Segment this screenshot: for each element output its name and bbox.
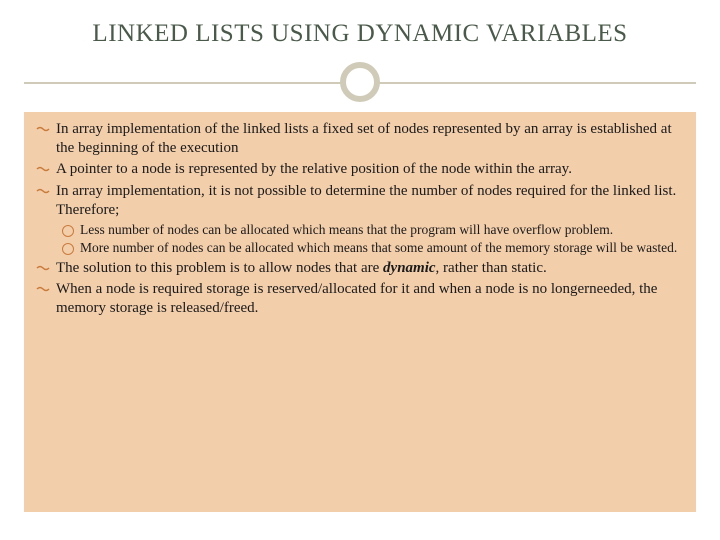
title-divider: [0, 60, 720, 104]
main-bullet-list-2: The solution to this problem is to allow…: [34, 259, 686, 319]
bullet-item: When a node is required storage is reser…: [34, 280, 686, 318]
main-bullet-list: In array implementation of the linked li…: [34, 120, 686, 220]
bullet-text-bold: dynamic: [383, 260, 436, 276]
slide-title: LINKED LISTS USING DYNAMIC VARIABLES: [0, 0, 720, 60]
content-box: In array implementation of the linked li…: [24, 112, 696, 512]
bullet-item: The solution to this problem is to allow…: [34, 259, 686, 278]
slide: LINKED LISTS USING DYNAMIC VARIABLES In …: [0, 0, 720, 540]
sub-bullet-item: Less number of nodes can be allocated wh…: [60, 222, 686, 239]
sub-bullet-item: More number of nodes can be allocated wh…: [60, 240, 686, 257]
bullet-text-part: , rather than static.: [436, 260, 547, 276]
bullet-item: A pointer to a node is represented by th…: [34, 160, 686, 179]
sub-bullet-list: Less number of nodes can be allocated wh…: [60, 222, 686, 257]
divider-circle-icon: [340, 62, 380, 102]
bullet-item: In array implementation, it is not possi…: [34, 182, 686, 220]
bullet-item: In array implementation of the linked li…: [34, 120, 686, 158]
bullet-text-part: The solution to this problem is to allow…: [56, 260, 383, 276]
